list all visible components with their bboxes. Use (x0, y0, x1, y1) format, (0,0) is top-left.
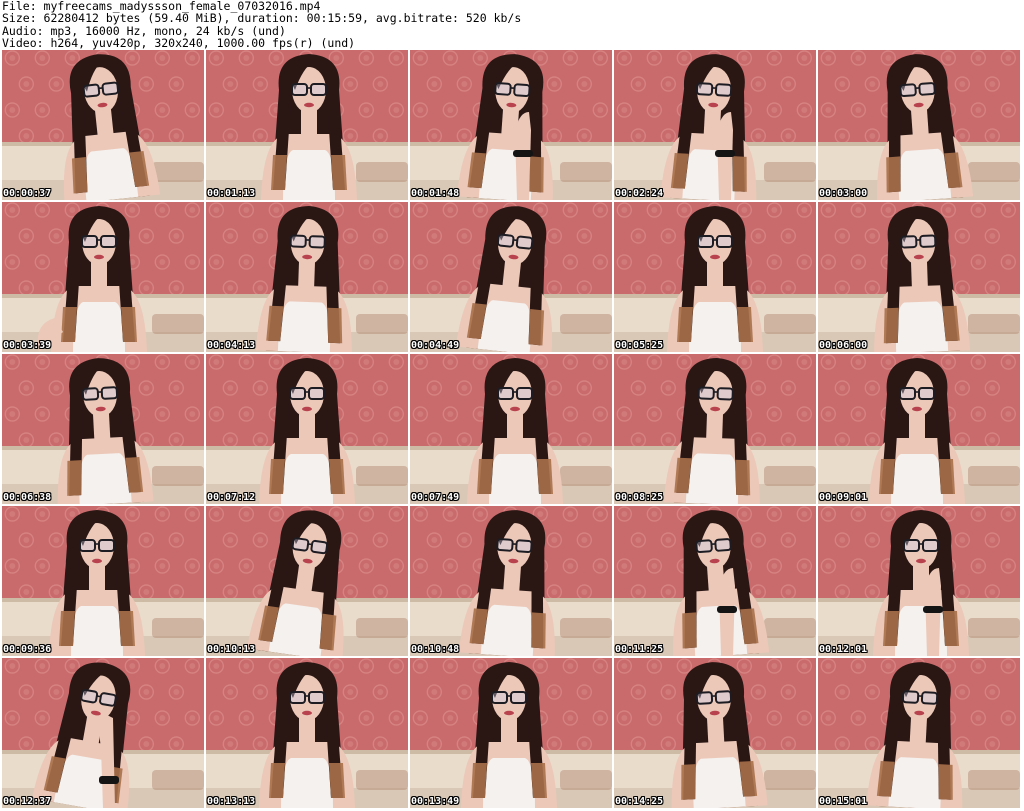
webcam-frame-image (410, 50, 612, 200)
webcam-frame-image (206, 658, 408, 808)
webcam-frame-image (614, 506, 816, 656)
webcam-frame-image (2, 506, 204, 656)
frame-timestamp: 00:04:49 (411, 340, 460, 351)
video-frame-thumbnail: 00:09:36 (2, 506, 204, 656)
thumbnail-grid: 00:00:37 00:01:13 00:01:48 00:02:24 00:03:00… (2, 50, 1022, 810)
frame-timestamp: 00:11:25 (615, 644, 664, 655)
frame-timestamp: 00:12:37 (3, 796, 52, 807)
video-frame-thumbnail: 00:02:24 (614, 50, 816, 200)
frame-timestamp: 00:00:37 (3, 188, 52, 199)
frame-timestamp: 00:09:36 (3, 644, 52, 655)
webcam-frame-image (410, 202, 612, 352)
video-frame-thumbnail: 00:01:13 (206, 50, 408, 200)
frame-timestamp: 00:13:13 (207, 796, 256, 807)
webcam-frame-image (614, 354, 816, 504)
frame-timestamp: 00:10:13 (207, 644, 256, 655)
video-frame-thumbnail: 00:14:25 (614, 658, 816, 808)
webcam-frame-image (818, 658, 1020, 808)
webcam-frame-image (614, 658, 816, 808)
video-frame-thumbnail: 00:08:25 (614, 354, 816, 504)
frame-timestamp: 00:08:25 (615, 492, 664, 503)
video-info-line: Video: h264, yuv420p, 320x240, 1000.00 f… (2, 35, 356, 50)
frame-timestamp: 00:06:38 (3, 492, 52, 503)
webcam-frame-image (2, 202, 204, 352)
frame-timestamp: 00:04:13 (207, 340, 256, 351)
frame-timestamp: 00:09:01 (819, 492, 868, 503)
webcam-frame-image (818, 50, 1020, 200)
frame-timestamp: 00:10:48 (411, 644, 460, 655)
webcam-frame-image (818, 354, 1020, 504)
video-frame-thumbnail: 00:10:48 (410, 506, 612, 656)
file-size-line: Size: 62280412 bytes (59.40 MiB), durati… (2, 11, 522, 26)
frame-timestamp: 00:07:12 (207, 492, 256, 503)
video-frame-thumbnail: 00:11:25 (614, 506, 816, 656)
webcam-frame-image (2, 658, 204, 808)
video-frame-thumbnail: 00:15:01 (818, 658, 1020, 808)
frame-timestamp: 00:01:48 (411, 188, 460, 199)
video-frame-thumbnail: 00:13:49 (410, 658, 612, 808)
video-frame-thumbnail: 00:04:13 (206, 202, 408, 352)
video-frame-thumbnail: 00:10:13 (206, 506, 408, 656)
frame-timestamp: 00:02:24 (615, 188, 664, 199)
video-frame-thumbnail: 00:07:12 (206, 354, 408, 504)
video-frame-thumbnail: 00:03:00 (818, 50, 1020, 200)
video-frame-thumbnail: 00:00:37 (2, 50, 204, 200)
frame-timestamp: 00:06:00 (819, 340, 868, 351)
video-frame-thumbnail: 00:01:48 (410, 50, 612, 200)
frame-timestamp: 00:12:01 (819, 644, 868, 655)
webcam-frame-image (410, 658, 612, 808)
frame-timestamp: 00:13:49 (411, 796, 460, 807)
frame-timestamp: 00:03:39 (3, 340, 52, 351)
webcam-frame-image (818, 202, 1020, 352)
webcam-frame-image (206, 50, 408, 200)
frame-timestamp: 00:05:25 (615, 340, 664, 351)
video-frame-thumbnail: 00:12:37 (2, 658, 204, 808)
frame-timestamp: 00:14:25 (615, 796, 664, 807)
frame-timestamp: 00:07:49 (411, 492, 460, 503)
webcam-frame-image (614, 202, 816, 352)
file-info-header: File: myfreecams_madyssson_female_070320… (2, 0, 1020, 50)
frame-timestamp: 00:15:01 (819, 796, 868, 807)
video-frame-thumbnail: 00:06:00 (818, 202, 1020, 352)
video-frame-thumbnail: 00:12:01 (818, 506, 1020, 656)
video-frame-thumbnail: 00:04:49 (410, 202, 612, 352)
webcam-frame-image (206, 506, 408, 656)
webcam-frame-image (2, 354, 204, 504)
webcam-frame-image (206, 202, 408, 352)
webcam-frame-image (206, 354, 408, 504)
webcam-frame-image (410, 506, 612, 656)
frame-timestamp: 00:03:00 (819, 188, 868, 199)
video-frame-thumbnail: 00:03:39 (2, 202, 204, 352)
video-frame-thumbnail: 00:09:01 (818, 354, 1020, 504)
video-frame-thumbnail: 00:07:49 (410, 354, 612, 504)
webcam-frame-image (410, 354, 612, 504)
video-frame-thumbnail: 00:06:38 (2, 354, 204, 504)
video-frame-thumbnail: 00:13:13 (206, 658, 408, 808)
frame-timestamp: 00:01:13 (207, 188, 256, 199)
webcam-frame-image (2, 50, 204, 200)
webcam-frame-image (614, 50, 816, 200)
webcam-frame-image (818, 506, 1020, 656)
video-frame-thumbnail: 00:05:25 (614, 202, 816, 352)
